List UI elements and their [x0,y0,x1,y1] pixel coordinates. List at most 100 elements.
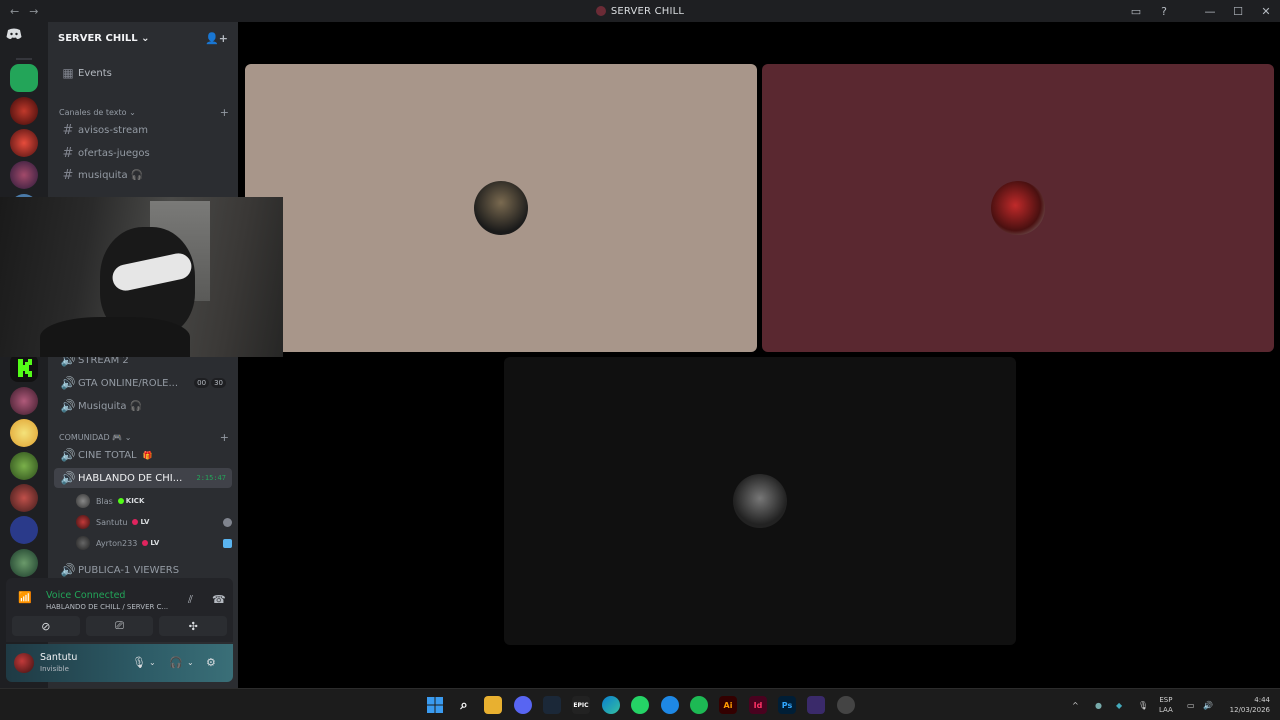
channel-label: GTA ONLINE/ROLE... [78,377,179,389]
add-channel-icon[interactable]: + [220,106,229,119]
channel-label: Musiquita 🎧 [78,400,143,412]
server-icon[interactable] [10,549,38,577]
voice-user[interactable]: Blas KICK [76,491,232,511]
epic-games-icon[interactable]: EPIC [572,696,590,714]
participant-tile[interactable] [245,64,757,352]
voice-status-row: 📶 Voice Connected HABLANDO DE CHILL / SE… [12,584,226,611]
voice-channel-cine-total[interactable]: 🔊 CINE TOTAL 🎁 [54,445,232,465]
channel-avisos-stream[interactable]: # avisos-stream [54,120,232,140]
forward-arrow-icon[interactable]: → [29,5,38,18]
channel-badges: 00 30 [194,378,226,388]
server-icon[interactable] [10,452,38,480]
illustrator-icon[interactable]: Ai [719,696,737,714]
add-member-icon[interactable]: 👤+ [205,32,228,45]
speaker-icon: 🔊 [60,471,76,485]
community-category-text: COMUNIDAD [59,432,110,442]
indesign-icon[interactable]: Id [749,696,767,714]
voice-user-name: Ayrton233 [96,538,138,548]
server-icon[interactable] [10,484,38,512]
voice-channel-gta-online[interactable]: 🔊 GTA ONLINE/ROLE... 00 30 [54,373,232,393]
server-icon[interactable] [10,516,38,544]
maximize-icon[interactable]: ☐ [1224,0,1252,22]
rail-separator [16,58,32,60]
chevron-down-icon[interactable]: ⌄ [149,658,156,667]
language-indicator[interactable]: ESP LAA [1159,695,1173,715]
voice-user[interactable]: Santutu LV [76,512,232,532]
video-stage [238,22,1280,688]
inbox-icon[interactable]: ▭ [1122,0,1150,22]
whatsapp-icon[interactable] [631,696,649,714]
avatar[interactable] [14,653,34,673]
help-icon[interactable]: ? [1150,0,1178,22]
camera-off-button[interactable]: ⊘ [12,616,80,636]
tag-dot-icon [142,540,149,546]
discord-icon[interactable] [0,22,28,46]
app-icon[interactable] [837,696,855,714]
server-icon[interactable] [10,129,38,157]
events-label: Events [78,67,112,79]
channel-label: HABLANDO DE CHI... [78,472,183,484]
tray-shield-icon[interactable]: ◆ [1116,689,1122,720]
kick-server-icon[interactable] [10,354,38,382]
server-name: SERVER CHILL ⌄ [58,32,150,44]
server-header[interactable]: SERVER CHILL ⌄ 👤+ [48,22,238,54]
windows-start-icon[interactable] [426,696,444,714]
screen-share-button[interactable]: ⎚ [85,616,154,636]
gear-icon[interactable]: ⚙ [206,656,216,669]
user-tag-text: KICK [125,497,145,505]
activities-button[interactable]: ✣ [159,616,228,636]
voice-user[interactable]: Ayrton233 LV [76,533,232,553]
participant-tile[interactable] [762,64,1274,352]
status-icon [223,517,232,527]
window-title: SERVER CHILL [0,5,1280,17]
minimize-icon[interactable]: — [1196,0,1224,22]
server-icon[interactable] [10,97,38,125]
events-item[interactable]: ▦ Events [54,63,232,83]
server-folder-icon[interactable] [10,64,38,92]
media-player-icon[interactable] [661,696,679,714]
chevron-down-icon[interactable]: ⌄ [187,658,194,667]
server-icon[interactable] [10,161,38,189]
voice-user-name: Santutu [96,517,128,527]
channel-musiquita[interactable]: # musiquita 🎧 [54,165,232,185]
search-icon[interactable]: ⌕ [455,696,473,714]
voice-status[interactable]: Voice Connected [46,590,125,601]
close-icon[interactable]: ✕ [1252,0,1280,22]
spotify-icon[interactable] [690,696,708,714]
volume-icon[interactable]: 🔊 [1203,689,1213,720]
voice-channel-musiquita[interactable]: 🔊 Musiquita 🎧 [54,396,232,416]
edge-icon[interactable] [602,696,620,714]
text-category[interactable]: Canales de texto ⌄ + [59,105,229,119]
back-arrow-icon[interactable]: ← [10,5,19,18]
noise-suppression-icon[interactable]: ⫽ [188,593,193,607]
voice-channel-hablando-de-chill[interactable]: 🔊 HABLANDO DE CHI... 2:15:47 [54,468,232,488]
clock[interactable]: 4:44 12/03/2026 [1222,695,1270,715]
steam-icon[interactable] [543,696,561,714]
microphone-icon[interactable]: 🎙 [132,656,146,669]
server-icon[interactable] [10,387,38,415]
headphones-icon[interactable]: 🎧 [169,656,183,669]
channel-label: avisos-stream [78,124,149,136]
channel-ofertas-juegos[interactable]: # ofertas-juegos [54,143,232,163]
tray-overflow-icon[interactable]: ^ [1072,689,1079,720]
community-category-label: COMUNIDAD 🎮 ⌄ [59,432,132,442]
username[interactable]: Santutu [40,652,77,663]
photoshop-icon[interactable]: Ps [778,696,796,714]
disconnect-icon[interactable]: ☎ [212,593,226,606]
server-logo-icon [595,5,606,16]
discord-icon[interactable] [514,696,532,714]
voice-path[interactable]: HABLANDO DE CHILL / SERVER C... [46,603,168,611]
add-channel-icon[interactable]: + [220,431,229,444]
community-category[interactable]: COMUNIDAD 🎮 ⌄ + [59,430,229,444]
server-icon[interactable] [10,419,38,447]
tray-mic-icon[interactable]: 🎙 [1138,689,1148,720]
network-icon[interactable]: ▭ [1187,689,1195,720]
participant-tile[interactable] [504,357,1016,645]
tag-dot-icon [117,498,124,504]
participant-avatar [733,474,787,528]
signal-icon[interactable]: 📶 [18,591,32,604]
voice-channel-publica[interactable]: 🔊 PUBLICA-1 VIEWERS [54,560,232,580]
file-explorer-icon[interactable] [484,696,502,714]
tray-app-icon[interactable]: ● [1095,689,1102,720]
app-icon[interactable] [807,696,825,714]
